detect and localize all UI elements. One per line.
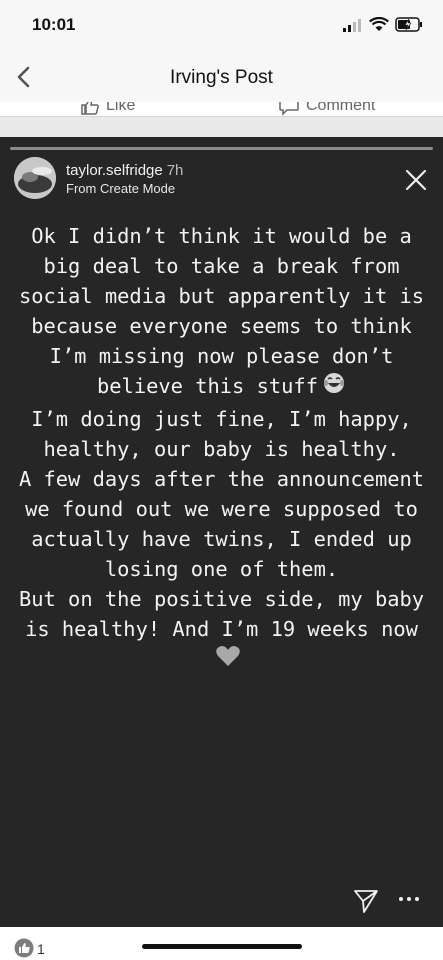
laughing-tears-emoji-icon bbox=[322, 371, 346, 403]
thumbs-up-icon bbox=[81, 102, 99, 115]
story-subtitle: From Create Mode bbox=[66, 181, 176, 196]
avatar-photo-icon bbox=[14, 157, 56, 199]
like-button[interactable]: Like bbox=[80, 102, 135, 116]
status-icons bbox=[343, 17, 423, 32]
like-label: Like bbox=[106, 102, 136, 114]
feed-separator bbox=[0, 117, 443, 137]
page-title: Irving's Post bbox=[170, 67, 273, 88]
story-time: 7h bbox=[166, 162, 184, 179]
story-paragraph: I’m doing just fine, I’m happy, healthy,… bbox=[31, 406, 412, 461]
comment-bubble-icon bbox=[279, 102, 299, 116]
heart-emoji-icon bbox=[215, 644, 241, 676]
bottom-bar: 1 bbox=[0, 927, 443, 960]
story-paragraph: Ok I didn’t think it would be a big deal… bbox=[12, 221, 431, 404]
avatar[interactable] bbox=[14, 157, 56, 199]
status-bar: 10:01 bbox=[0, 0, 443, 52]
wifi-icon bbox=[369, 17, 389, 31]
like-reaction-icon[interactable] bbox=[14, 938, 34, 958]
close-icon[interactable] bbox=[403, 167, 429, 193]
nav-bar: Irving's Post bbox=[0, 52, 443, 102]
story-paragraph: But on the positive side, my baby is hea… bbox=[12, 584, 431, 676]
story-progress-bar bbox=[10, 147, 433, 150]
story-text: Ok I didn’t think it would be a big deal… bbox=[12, 221, 431, 676]
post-actions-row: Like Comment bbox=[0, 102, 443, 117]
battery-charging-icon bbox=[395, 17, 422, 32]
comment-button[interactable]: Comment bbox=[278, 102, 375, 116]
username: taylor.selfridge bbox=[66, 162, 163, 179]
send-icon[interactable] bbox=[352, 887, 380, 915]
status-time: 10:01 bbox=[32, 15, 76, 34]
comment-label: Comment bbox=[306, 102, 376, 114]
signal-icon bbox=[343, 18, 361, 32]
reaction-count: 1 bbox=[37, 941, 45, 957]
story-paragraph: A few days after the announcement we fou… bbox=[18, 466, 425, 582]
more-options-icon[interactable] bbox=[396, 889, 422, 909]
story-image[interactable]: taylor.selfridge 7h From Create Mode Ok I… bbox=[0, 137, 443, 927]
home-indicator[interactable] bbox=[142, 944, 302, 949]
story-author[interactable]: taylor.selfridge 7h bbox=[66, 162, 183, 179]
